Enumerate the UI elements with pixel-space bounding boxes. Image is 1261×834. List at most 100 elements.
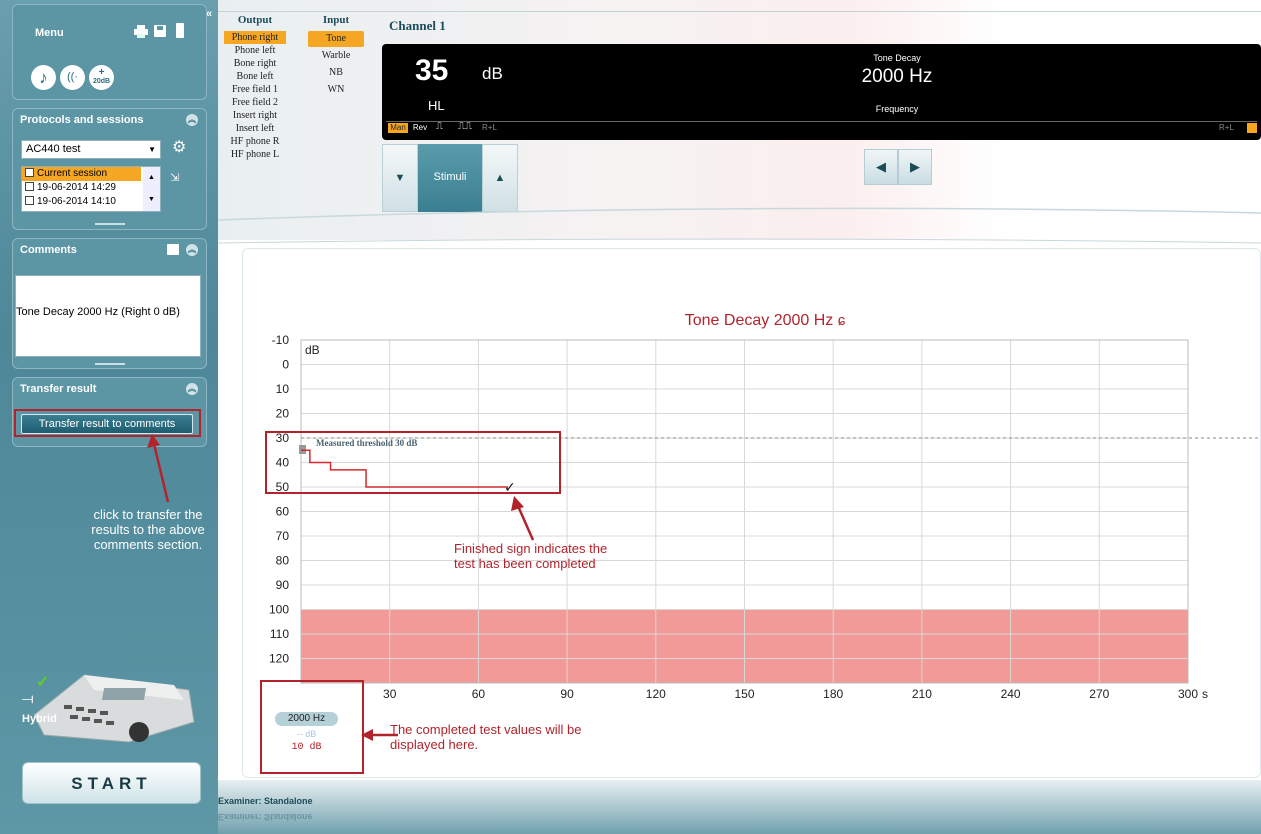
x-tick-label: 270 [1089,687,1109,701]
result-value: 10 dB [291,742,322,753]
menu-label[interactable]: Menu [35,27,64,39]
input-item[interactable]: Warble [308,47,364,64]
finished-arrow [511,496,535,541]
channel-display: 35 dB HL Tone Decay 2000 Hz Frequency Ma… [382,44,1261,140]
output-item[interactable]: Insert right [224,109,286,122]
threshold-label: Measured threshold 30 dB [316,438,418,448]
freq-right-button[interactable]: ▶ [898,149,932,185]
session-scrollbar[interactable]: ▲ ▼ [143,167,160,211]
comments-textbox[interactable]: Tone Decay 2000 Hz (Right 0 dB) [15,275,201,357]
y-tick-label: 60 [276,505,290,519]
comments-title: Comments ︽ [20,244,198,256]
start-button[interactable]: START [22,762,201,804]
y-tick-label: 70 [276,529,290,543]
footer-bar [218,780,1261,834]
y-tick-label: 0 [282,358,289,372]
protocol-select[interactable]: AC440 test ▼ [21,140,161,159]
input-item[interactable]: NB [308,64,364,81]
examiner-reflection: Examiner: Standalone [218,812,313,822]
level-scale: HL [428,98,445,113]
session-item[interactable]: Current session [22,167,141,181]
x-tick-label: 180 [823,687,843,701]
mode-rev-button[interactable]: Rev [410,123,430,133]
collapse-protocols-icon[interactable]: ︽ [186,114,198,126]
output-item[interactable]: Insert left [224,122,286,135]
output-item[interactable]: Bone right [224,57,286,70]
session-item[interactable]: 19-06-2014 14:10 [22,195,141,209]
output-item[interactable]: Free field 1 [224,83,286,96]
print-icon[interactable] [134,25,148,38]
import-session-icon[interactable]: ⇲ [170,171,179,184]
plus-label: + [98,67,105,78]
tone-icon[interactable]: ♪ [31,65,56,90]
20db-icon[interactable]: + 20dB [89,65,114,90]
mode-man-button[interactable]: Man [388,123,408,133]
ylabel: dB [305,343,320,357]
result-placeholder: -- dB [296,729,317,739]
x-tick-label: 150 [734,687,754,701]
output-item[interactable]: Phone right [224,31,286,44]
resize-grip[interactable] [95,223,125,225]
save-icon[interactable] [154,25,166,37]
comments-panel: Comments ︽ Tone Decay 2000 Hz (Right 0 dB… [12,238,207,369]
examiner-label: Examiner: Standalone [218,796,313,806]
connected-check-icon: ✓ [36,674,50,691]
mode-indicator [1247,123,1257,133]
mode-rl-button[interactable]: R+L [482,123,504,133]
x-tick-label: 120 [646,687,666,701]
right-ear-icon: ɕ [837,312,846,329]
annotation-arrow [147,434,170,503]
session-item[interactable]: 19-06-2014 14:29 [22,181,141,195]
transfer-title: Transfer result ︽ [20,383,198,395]
speech-icon[interactable]: ((· [60,65,85,90]
multi-pulse-icon[interactable]: ⎍⎍ [458,122,480,132]
result-freq-badge: 2000 Hz [275,712,338,726]
y-tick-label: 100 [269,603,289,617]
top-border [218,11,1261,12]
x-tick-label: 60 [472,687,486,701]
x-tick-label: 300 [1178,687,1198,701]
output-item[interactable]: Free field 2 [224,96,286,109]
x-tick-label: 210 [912,687,932,701]
input-header: Input [322,14,350,26]
test-name: Tone Decay [873,53,921,63]
output-item[interactable]: Phone left [224,44,286,57]
single-pulse-icon[interactable]: ⎍ [436,122,454,132]
mode-rl-right-button[interactable]: R+L [1219,123,1241,133]
input-item[interactable]: WN [308,81,364,98]
collapse-transfer-icon[interactable]: ︽ [186,383,198,395]
exit-icon[interactable] [176,23,184,38]
20db-label: 20dB [92,78,111,85]
settings-gear-icon[interactable]: ⚙ [172,139,190,157]
app-window: « Menu ♪ ((· + 20dB Protocols and sessio… [0,0,1261,834]
resize-grip[interactable] [95,363,125,365]
output-item[interactable]: Bone left [224,70,286,83]
y-tick-label: -10 [272,333,290,347]
collapse-comments-icon[interactable]: ︽ [186,244,198,256]
y-tick-label: 20 [276,407,290,421]
output-item[interactable]: HF phone R [224,135,286,148]
finished-annotation: Finished sign indicates the test has bee… [454,541,608,571]
audiometer-device-image [24,660,204,745]
freq-left-button[interactable]: ◀ [864,149,898,185]
channel-title: Channel 1 [389,18,446,33]
output-item[interactable]: HF phone L [224,148,286,161]
x-axis-unit: s [1202,687,1208,701]
hybrid-label: Hybrid [22,713,57,725]
x-tick-label: 90 [560,687,574,701]
session-list: Current session 19-06-2014 14:29 19-06-2… [21,166,161,212]
protocols-panel: Protocols and sessions ︽ AC440 test ▼ ⚙ C… [12,108,207,230]
y-tick-label: 120 [269,652,289,666]
input-item[interactable]: Tone [308,31,364,47]
y-tick-label: 90 [276,578,290,592]
notes-icon[interactable] [167,244,179,255]
menu-panel: Menu ♪ ((· + 20dB [12,4,207,100]
frequency-value: 2000 Hz [861,66,933,87]
y-tick-label: 110 [270,627,289,641]
tone-decay-chart[interactable]: ✓-10010203040506070809010011012030 60 90 12… [218,330,1261,710]
protocols-title: Protocols and sessions ︽ [20,114,198,126]
usb-icon: ⟞ [22,690,34,706]
y-tick-label: 80 [276,554,290,568]
frequency-label: Frequency [875,104,919,114]
protocol-select-value: AC440 test [26,143,81,155]
